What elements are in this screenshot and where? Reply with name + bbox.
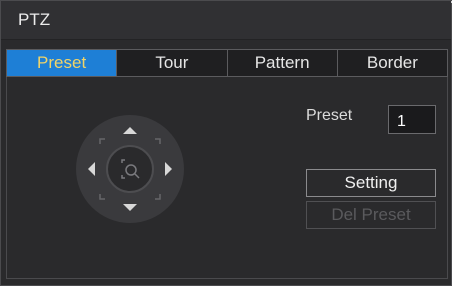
preset-label: Preset — [306, 107, 353, 124]
setting-button[interactable]: Setting — [306, 169, 436, 197]
ptz-dialog: PTZ Preset Tour Pattern Border Preset Se… — [0, 0, 452, 286]
tab-bar: Preset Tour Pattern Border — [6, 49, 448, 77]
title-bar: PTZ — [1, 1, 451, 40]
preset-number-input[interactable] — [388, 105, 436, 134]
tab-pattern[interactable]: Pattern — [227, 50, 338, 76]
tab-border[interactable]: Border — [337, 50, 447, 76]
del-preset-button[interactable]: Del Preset — [306, 201, 436, 229]
ptz-direction-pad — [76, 115, 184, 223]
tab-tour[interactable]: Tour — [117, 50, 228, 76]
tab-preset[interactable]: Preset — [7, 50, 118, 76]
pad-center — [106, 145, 154, 193]
window-title: PTZ — [18, 10, 51, 29]
